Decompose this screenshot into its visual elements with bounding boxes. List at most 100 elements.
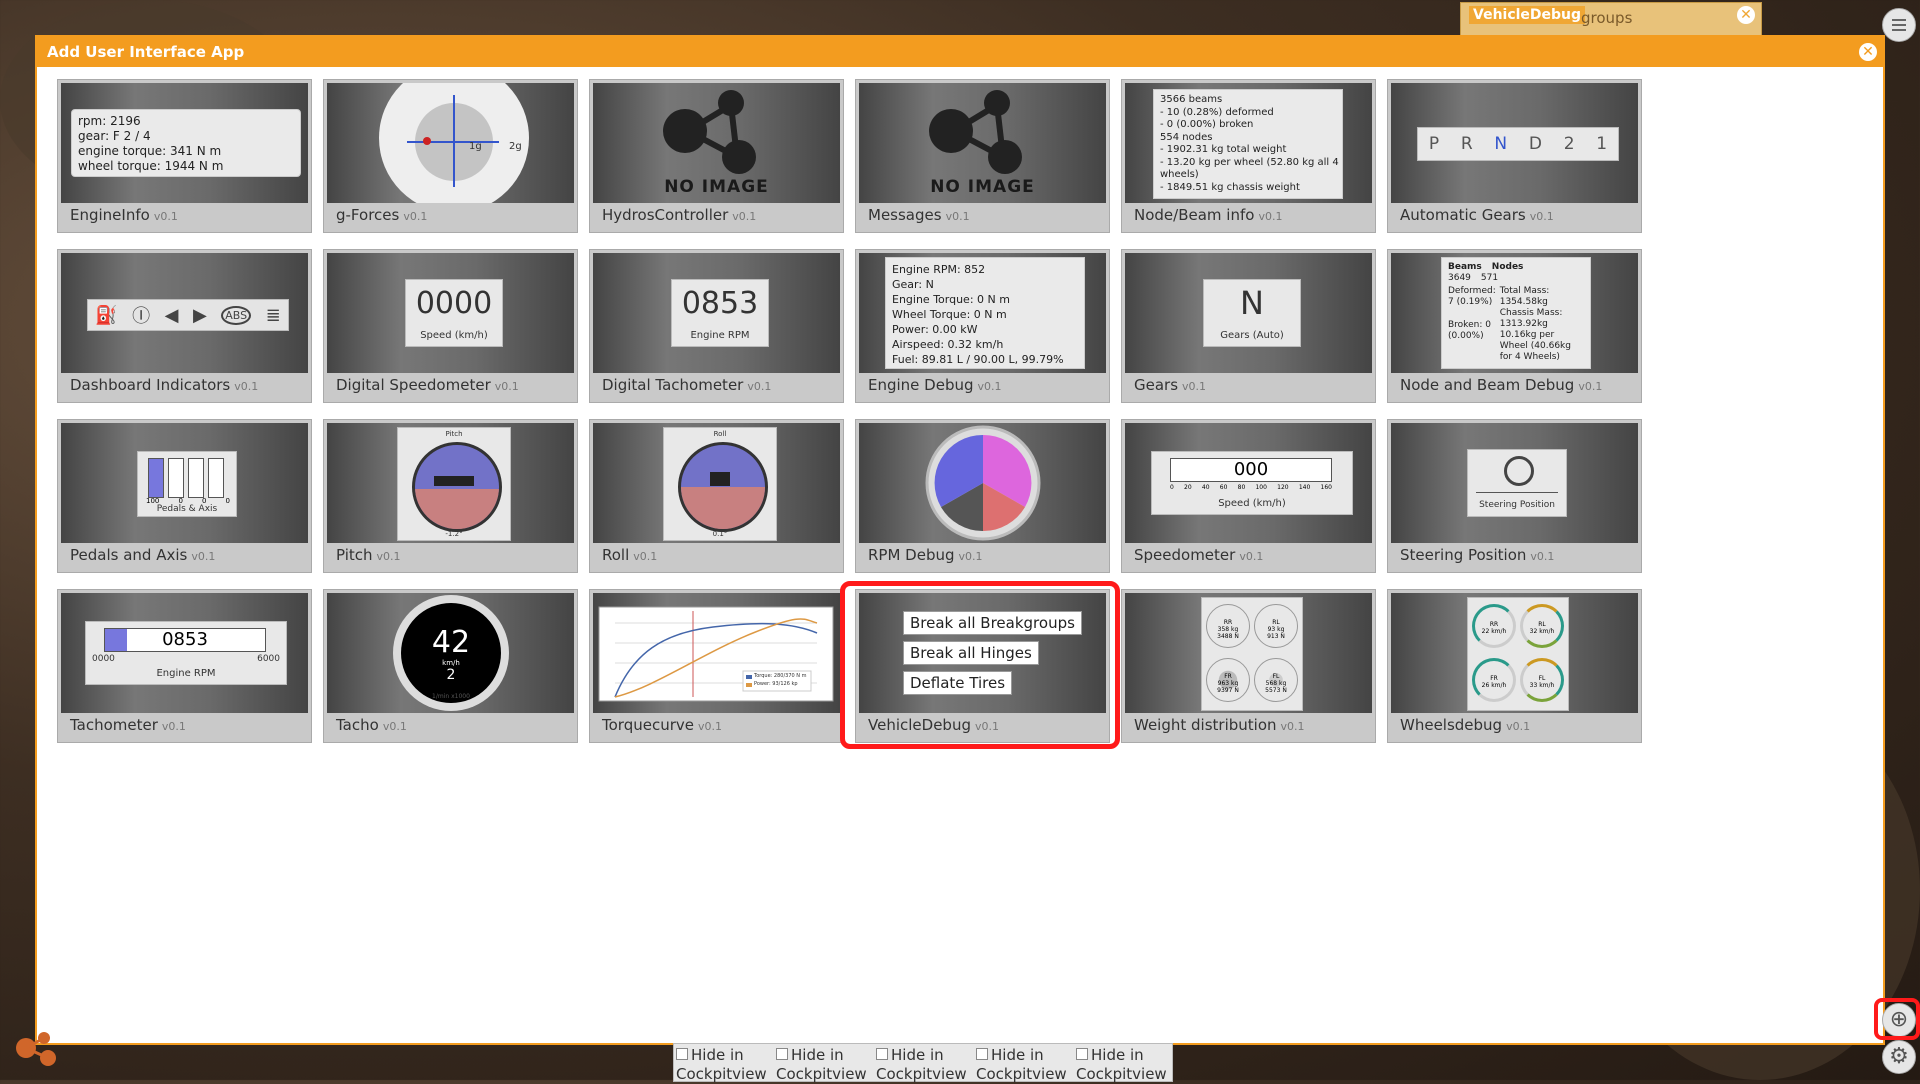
preview-text: 1/min x1000 (432, 693, 470, 700)
vehicledebug-widget[interactable]: VehicleDebug groups ✕ (1460, 2, 1762, 36)
torque-chart (598, 606, 834, 702)
preview-text: - 0 (0.00%) broken (1160, 119, 1254, 130)
app-tile-pitch[interactable]: Pitch -1.2° Pitch v0.1 (323, 419, 578, 573)
right-arrow-icon: ▶ (192, 304, 207, 326)
rpm-label: Engine RPM (690, 330, 750, 341)
app-tile-digital-speedometer[interactable]: 0000 Speed (km/h) Digital Speedometer v0.… (323, 249, 578, 403)
app-label: Weight distribution v0.1 (1134, 716, 1305, 734)
app-tile-gears[interactable]: N Gears (Auto) Gears v0.1 (1121, 249, 1376, 403)
preview-text: Roll (713, 430, 727, 438)
app-tile-steering-position[interactable]: Steering Position Steering Position v0.1 (1387, 419, 1642, 573)
hide-in-cockpitview-option[interactable]: Hide in Cockpitview (1076, 1046, 1172, 1084)
app-tile-digital-tachometer[interactable]: 0853 Engine RPM Digital Tachometer v0.1 (589, 249, 844, 403)
preview-text: 1g (469, 141, 482, 152)
app-tile-roll[interactable]: Roll 0.1° Roll v0.1 (589, 419, 844, 573)
tacho-speed: 42 (431, 625, 471, 660)
dialog-header: Add User Interface App ✕ (37, 37, 1883, 67)
checkbox[interactable] (876, 1048, 888, 1060)
app-preview: NO IMAGE (859, 83, 1106, 203)
app-label: Digital Tachometer v0.1 (602, 376, 772, 394)
app-preview: Roll 0.1° (593, 423, 840, 543)
app-label: Automatic Gears v0.1 (1400, 206, 1554, 224)
preview-text: 3566 beams (1160, 94, 1223, 105)
gear-1: 1 (1596, 134, 1608, 154)
gear-r: R (1460, 134, 1473, 154)
checkbox[interactable] (676, 1048, 688, 1060)
app-preview: ⛽ Ⓘ ◀ ▶ ABS ≣ (61, 253, 308, 373)
app-tile-gforces[interactable]: 1g 2g g-Forces v0.1 (323, 79, 578, 233)
brake-icon: Ⓘ (132, 306, 151, 327)
preview-text: 0 (1170, 484, 1174, 491)
app-tile-speedometer[interactable]: 000 0 20 40 60 80 100 120 140 160 Speed … (1121, 419, 1376, 573)
app-preview: Beams Nodes 3649 571 Deformed: 7 (0.19%) B… (1391, 253, 1638, 373)
preview-text: NO IMAGE (664, 177, 769, 197)
preview-text: 140 (1298, 484, 1311, 491)
preview-text: 60 (1219, 484, 1228, 491)
app-label: Pedals and Axis v0.1 (70, 546, 216, 564)
app-tile-torquecurve[interactable]: Torque: 280/370 N m Power: 93/126 kp Tor… (589, 589, 844, 743)
app-preview: 100 0 0 0 Pedals & Axis (61, 423, 308, 543)
app-tile-node-beam-debug[interactable]: Beams Nodes 3649 571 Deformed: 7 (0.19%) B… (1387, 249, 1642, 403)
widget-title-rest: groups (1581, 9, 1633, 27)
app-preview: 0853 0000 6000 Engine RPM (61, 593, 308, 713)
preview-text: 40 (1201, 484, 1210, 491)
hide-in-cockpitview-option[interactable]: Hide in Cockpitview (676, 1046, 772, 1084)
hide-in-cockpitview-option[interactable]: Hide in Cockpitview (976, 1046, 1072, 1084)
hide-in-cockpitview-option[interactable]: Hide in Cockpitview (876, 1046, 972, 1084)
preview-text: 26 km/h (1481, 682, 1507, 689)
app-tile-tachometer[interactable]: 0853 0000 6000 Engine RPM Tachometer v0.1 (57, 589, 312, 743)
preview-text: -1.2° (445, 530, 463, 538)
preview-text: Wheel Torque: 0 N m (892, 308, 1007, 321)
app-label: g-Forces v0.1 (336, 206, 428, 224)
app-tile-automatic-gears[interactable]: P R N D 2 1 Automatic Gears v0.1 (1387, 79, 1642, 233)
preview-text: Engine RPM (156, 668, 216, 679)
app-preview: rpm: 2196 gear: F 2 / 4 engine torque: 3… (61, 83, 308, 203)
checkbox[interactable] (1076, 1048, 1088, 1060)
app-tile-wheelsdebug[interactable]: RR 22 km/h RL 32 km/h FR 26 km/h FL 33 km/h … (1387, 589, 1642, 743)
settings-gear-icon[interactable]: ⚙ (1882, 1040, 1916, 1074)
gear-label: Gears (Auto) (1220, 330, 1284, 341)
preview-text: - 10 (0.28%) deformed (1160, 106, 1274, 118)
preview-text: Torque: 280/370 N m (754, 673, 807, 679)
app-preview: 000 0 20 40 60 80 100 120 140 160 Speed … (1125, 423, 1372, 543)
app-tile-tacho[interactable]: 42 km/h 2 1/min x1000 Tacho v0.1 (323, 589, 578, 743)
preview-text: 571 (1480, 273, 1499, 283)
app-label: Steering Position v0.1 (1400, 546, 1555, 564)
hide-in-cockpitview-option[interactable]: Hide in Cockpitview (776, 1046, 872, 1084)
app-tile-engine-debug[interactable]: Engine RPM: 852 Gear: N Engine Torque: 0… (855, 249, 1110, 403)
app-preview (859, 423, 1106, 543)
preview-text: - 1902.31 kg total weight (1160, 144, 1287, 155)
speed-value: 0000 (415, 286, 493, 321)
app-preview: P R N D 2 1 (1391, 83, 1638, 203)
preview-text: 963 kg (1217, 680, 1239, 687)
rpm-value: 0853 (681, 286, 759, 321)
app-label: Node/Beam info v0.1 (1134, 206, 1283, 224)
app-tile-rpm-debug[interactable]: RPM Debug v0.1 (855, 419, 1110, 573)
app-tile-hydroscontroller[interactable]: NO IMAGE HydrosController v0.1 (589, 79, 844, 233)
app-preview: Torque: 280/370 N m Power: 93/126 kp (593, 593, 840, 713)
app-tile-weight-distribution[interactable]: RR 358 kg 3488 N RL 93 kg 913 N FR 963 kg 9397… (1121, 589, 1376, 743)
close-icon[interactable]: ✕ (1737, 6, 1755, 24)
preview-text: 93 kg (1267, 626, 1285, 633)
close-icon[interactable]: ✕ (1859, 43, 1877, 61)
checkbox[interactable] (976, 1048, 988, 1060)
app-tile-pedals-axis[interactable]: 100 0 0 0 Pedals & Axis Pedals and Axis v… (57, 419, 312, 573)
app-tile-engineinfo[interactable]: rpm: 2196 gear: F 2 / 4 engine torque: 3… (57, 79, 312, 233)
preview-text: km/h (442, 659, 460, 667)
menu-icon[interactable] (1882, 8, 1916, 42)
app-tile-dashboard-indicators[interactable]: ⛽ Ⓘ ◀ ▶ ABS ≣ Dashboard Indicators v0.1 (57, 249, 312, 403)
gear-value: N (1240, 284, 1264, 322)
checkbox[interactable] (776, 1048, 788, 1060)
add-ui-app-dialog: Add User Interface App ✕ rpm: 2196 gear:… (35, 35, 1885, 1045)
preview-text: Power: 0.00 kW (892, 323, 978, 336)
preview-text: Pitch (445, 430, 463, 438)
app-tile-nodebeam-info[interactable]: 3566 beams - 10 (0.28%) deformed - 0 (0.… (1121, 79, 1376, 233)
preview-text: Engine Torque: 0 N m (892, 293, 1010, 306)
preview-text: FR (1224, 673, 1232, 680)
preview-text: RR (1223, 619, 1233, 626)
preview-text: engine torque: 341 N m (78, 144, 222, 158)
preview-text: 100 (1255, 484, 1267, 491)
app-tile-messages[interactable]: NO IMAGE Messages v0.1 (855, 79, 1110, 233)
preview-text: 0.1° (712, 530, 728, 538)
preview-text: Nodes (1491, 262, 1524, 272)
